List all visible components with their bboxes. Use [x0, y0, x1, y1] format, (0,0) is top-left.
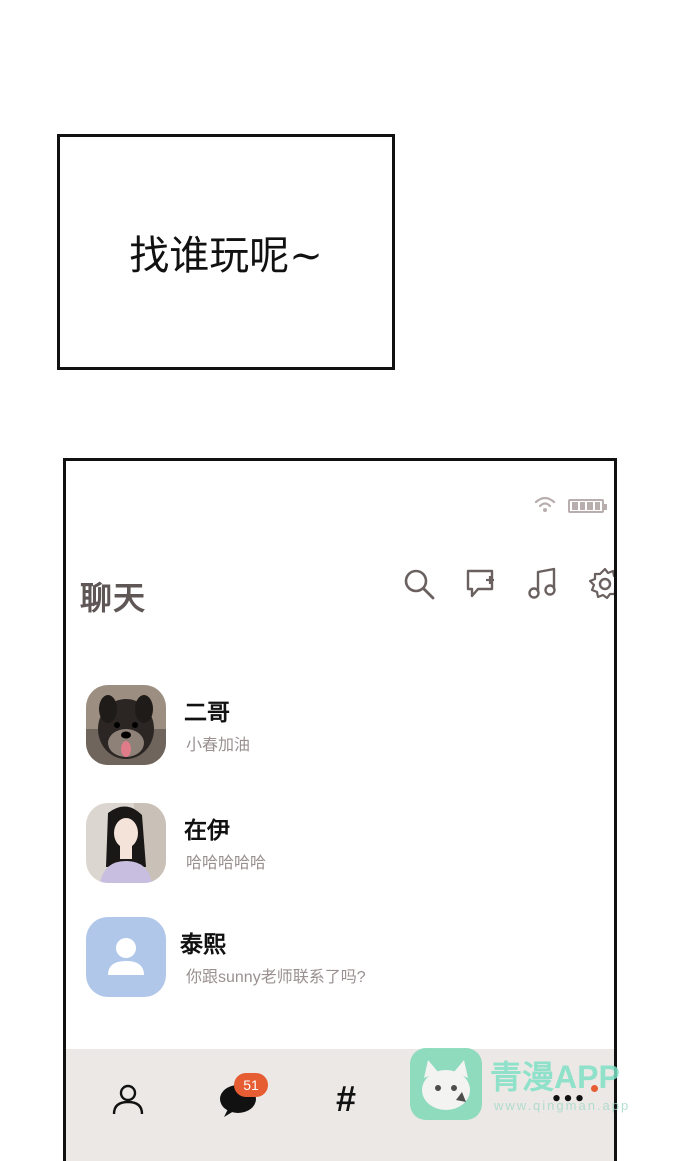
- caption-text: 找谁玩呢~: [129, 233, 323, 279]
- watermark-url: www.qingman.app: [494, 1098, 631, 1113]
- chat-preview: 小春加油: [186, 737, 251, 754]
- cat-logo-icon: [410, 1048, 482, 1120]
- caption-panel: 找谁玩呢~: [57, 134, 395, 370]
- chat-item-zaiyi[interactable]: 在伊 哈哈哈哈哈: [66, 803, 614, 893]
- chat-item-taixi[interactable]: 泰熙 你跟sunny老师联系了吗?: [66, 917, 614, 1007]
- chat-preview: 你跟sunny老师联系了吗?: [186, 969, 366, 986]
- unread-badge: 51: [234, 1073, 268, 1097]
- hashtag-icon[interactable]: #: [324, 1077, 368, 1121]
- status-bar: [534, 495, 607, 517]
- chat-item-erge[interactable]: 二哥 小春加油: [66, 685, 614, 775]
- header-actions: [402, 567, 614, 601]
- profile-icon[interactable]: [106, 1077, 150, 1121]
- chat-preview: 哈哈哈哈哈: [186, 855, 267, 872]
- avatar-dog-photo: [86, 685, 166, 765]
- watermark-title: 青漫APP: [490, 1059, 620, 1095]
- new-chat-icon[interactable]: [464, 567, 498, 601]
- avatar-girl-photo: [86, 803, 166, 883]
- chat-name: 泰熙: [180, 931, 226, 957]
- wifi-icon: [534, 495, 556, 517]
- chat-name: 在伊: [184, 817, 230, 843]
- battery-icon: [568, 499, 607, 513]
- watermark: 青漫APP www.qingman.app: [410, 1048, 650, 1124]
- avatar-default-user: [86, 917, 166, 997]
- chat-name: 二哥: [184, 699, 230, 725]
- settings-icon[interactable]: [588, 567, 614, 601]
- search-icon[interactable]: [402, 567, 436, 601]
- page-title: 聊天: [80, 580, 147, 616]
- music-icon[interactable]: [526, 567, 560, 601]
